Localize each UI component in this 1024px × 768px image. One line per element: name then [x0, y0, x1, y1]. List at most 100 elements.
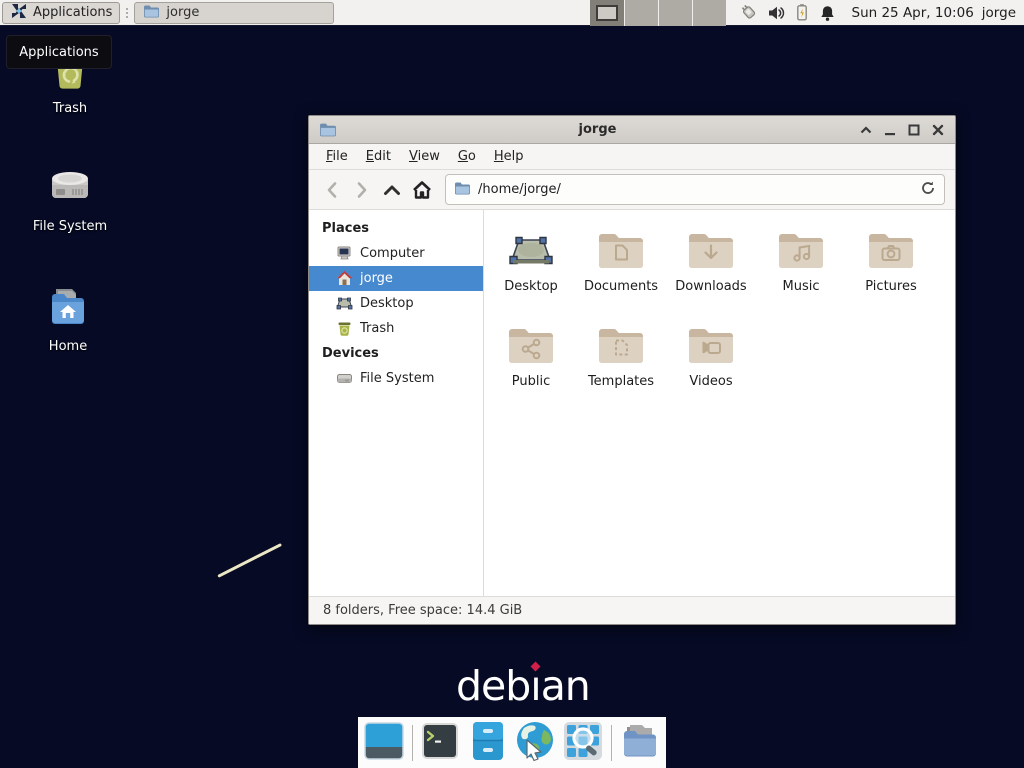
top-panel: Applications jorge — [0, 0, 1024, 26]
workspace-1[interactable] — [590, 0, 624, 26]
file-tile-public[interactable]: Public — [486, 321, 576, 416]
sidebar-item-file-system[interactable]: File System — [309, 366, 483, 391]
sidebar-item-jorge[interactable]: jorge — [309, 266, 483, 291]
templates-folder-icon — [597, 326, 645, 366]
file-name: Documents — [584, 279, 658, 294]
maximize-button[interactable] — [906, 122, 921, 137]
taskbar-window-button[interactable]: jorge — [134, 2, 334, 24]
trash-small-icon — [336, 320, 353, 337]
toolbar: /home/jorge/ — [309, 170, 955, 210]
show-desktop-icon — [364, 722, 404, 764]
sidebar-item-trash[interactable]: Trash — [309, 316, 483, 341]
path-text[interactable]: /home/jorge/ — [478, 182, 913, 197]
file-tile-documents[interactable]: Documents — [576, 226, 666, 321]
workspace-3[interactable] — [658, 0, 692, 26]
file-name: Pictures — [865, 279, 916, 294]
downloads-folder-icon — [687, 231, 735, 271]
desktop-icon — [336, 295, 353, 312]
panel-handle[interactable] — [122, 4, 131, 22]
documents-folder-icon — [597, 231, 645, 271]
videos-folder-icon — [687, 326, 735, 366]
file-grid: Desktop Documents — [484, 210, 955, 596]
applications-menu-label: Applications — [33, 5, 112, 20]
desktop-icon-home[interactable]: Home — [23, 283, 113, 354]
workspace-2[interactable] — [624, 0, 658, 26]
forward-button[interactable] — [349, 177, 375, 203]
file-name: Desktop — [504, 279, 558, 294]
window-titlebar[interactable]: jorge — [309, 116, 955, 144]
panel-clock[interactable]: Sun 25 Apr, 10:06 — [852, 5, 974, 21]
sidebar-header-places: Places — [309, 216, 483, 241]
file-tile-downloads[interactable]: Downloads — [666, 226, 756, 321]
desktop-icon-label: Trash — [25, 101, 115, 116]
tooltip-text: Applications — [19, 45, 98, 60]
window-folder-icon — [319, 122, 337, 137]
sidebar-item-computer[interactable]: Computer — [309, 241, 483, 266]
volume-icon[interactable] — [767, 4, 785, 22]
menu-view[interactable]: View — [400, 146, 449, 167]
sidebar-item-label: File System — [360, 371, 434, 386]
file-name: Downloads — [675, 279, 746, 294]
sidebar-item-label: Trash — [360, 321, 394, 336]
show-desktop-button[interactable] — [364, 723, 404, 763]
notifications-bell-icon[interactable] — [819, 4, 836, 22]
battery-icon[interactable] — [794, 3, 810, 22]
menu-edit[interactable]: Edit — [357, 146, 400, 167]
applications-menu-button[interactable]: Applications — [2, 2, 120, 24]
applications-tooltip: Applications — [6, 35, 112, 69]
web-browser-launcher-button[interactable] — [515, 723, 555, 763]
bottom-dock — [358, 717, 666, 768]
close-button[interactable] — [930, 122, 945, 137]
workspace-4[interactable] — [692, 0, 726, 26]
file-tile-desktop[interactable]: Desktop — [486, 226, 576, 321]
back-button[interactable] — [319, 177, 345, 203]
path-folder-icon — [454, 181, 471, 199]
panel-username[interactable]: jorge — [982, 5, 1016, 21]
home-button[interactable] — [409, 177, 435, 203]
file-name: Templates — [588, 374, 654, 389]
sidebar-item-desktop[interactable]: Desktop — [309, 291, 483, 316]
hard-drive-icon — [46, 163, 94, 211]
minimize-button[interactable] — [882, 122, 897, 137]
statusbar-text: 8 folders, Free space: 14.4 GiB — [323, 603, 522, 618]
taskbar-folder-icon — [143, 4, 160, 22]
taskbar-window-label: jorge — [166, 5, 199, 20]
menu-file[interactable]: File — [317, 146, 357, 167]
sidebar: Places Computer — [309, 210, 484, 596]
menu-help[interactable]: Help — [485, 146, 533, 167]
directory-menu-button[interactable] — [620, 723, 660, 763]
file-tile-music[interactable]: Music — [756, 226, 846, 321]
home-folder-icon — [44, 283, 92, 331]
drive-icon — [336, 370, 353, 387]
removable-media-icon[interactable] — [738, 3, 758, 22]
path-entry[interactable]: /home/jorge/ — [445, 174, 945, 205]
file-tile-pictures[interactable]: Pictures — [846, 226, 936, 321]
sidebar-item-label: jorge — [360, 271, 393, 286]
music-folder-icon — [777, 231, 825, 271]
shade-button[interactable] — [858, 122, 873, 137]
computer-icon — [336, 245, 353, 262]
desktop-stray-line — [217, 543, 282, 578]
public-folder-icon — [507, 326, 555, 366]
workspace-pager — [590, 0, 726, 26]
desktop-icon-file-system[interactable]: File System — [25, 163, 115, 234]
terminal-launcher-button[interactable] — [421, 723, 460, 763]
system-tray — [738, 3, 836, 22]
desktop-icon-label: Home — [23, 339, 113, 354]
up-button[interactable] — [379, 177, 405, 203]
applications-xfce-icon — [10, 2, 28, 24]
reload-icon[interactable] — [920, 180, 936, 200]
file-tile-templates[interactable]: Templates — [576, 321, 666, 416]
menu-go[interactable]: Go — [449, 146, 485, 167]
file-name: Videos — [689, 374, 732, 389]
dock-separator — [412, 725, 413, 761]
terminal-icon — [421, 722, 459, 764]
app-finder-launcher-button[interactable] — [563, 723, 603, 763]
file-manager-launcher-button[interactable] — [468, 723, 507, 763]
sidebar-header-devices: Devices — [309, 341, 483, 366]
directory-folder-icon — [619, 721, 661, 765]
debian-logo: debıan — [456, 662, 590, 710]
debian-logo-i: ı — [530, 662, 540, 710]
window-title: jorge — [337, 122, 858, 137]
file-tile-videos[interactable]: Videos — [666, 321, 756, 416]
